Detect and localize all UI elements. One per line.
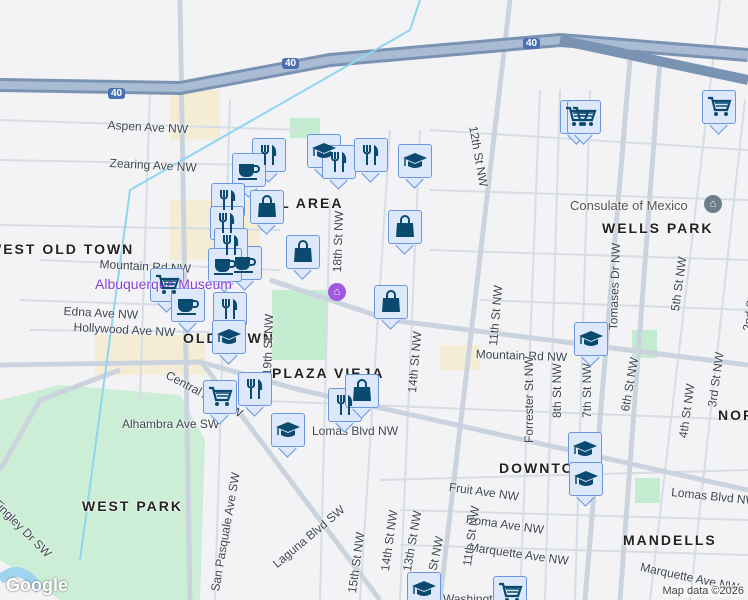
marker-box bbox=[171, 288, 205, 322]
place-marker-cart[interactable] bbox=[567, 100, 601, 145]
consulate-icon[interactable]: ⌂ bbox=[704, 195, 722, 213]
place-marker-fork[interactable] bbox=[322, 145, 356, 190]
marker-box bbox=[286, 235, 320, 269]
place-marker-bag[interactable] bbox=[374, 285, 408, 330]
place-marker-cart[interactable] bbox=[203, 380, 237, 425]
shopping-bag-icon bbox=[294, 240, 312, 262]
graduation-cap-icon bbox=[217, 329, 241, 344]
poi-consulate-of-mexico[interactable]: Consulate of Mexico bbox=[570, 198, 688, 213]
shopping-cart-icon bbox=[708, 96, 732, 116]
area-label: WEST PARK bbox=[82, 498, 183, 514]
marker-box bbox=[212, 320, 246, 354]
shopping-cart-icon bbox=[573, 106, 597, 126]
shopping-bag-icon bbox=[396, 215, 414, 237]
street-label: Forrester St NW bbox=[522, 356, 536, 443]
place-marker-cart[interactable] bbox=[702, 90, 736, 135]
area-label: WEST OLD TOWN bbox=[0, 241, 135, 257]
restaurant-icon bbox=[331, 152, 347, 172]
place-marker-fork[interactable] bbox=[354, 138, 388, 183]
marker-box bbox=[213, 292, 247, 326]
marker-box bbox=[702, 90, 736, 124]
shopping-cart-icon bbox=[209, 386, 233, 406]
google-logo: Google bbox=[6, 575, 68, 595]
marker-box bbox=[203, 380, 237, 414]
shopping-cart-icon bbox=[499, 582, 523, 600]
area-label: NORTH ADD bbox=[718, 407, 748, 423]
restaurant-icon bbox=[363, 145, 379, 165]
i40-shield: 40 bbox=[108, 88, 126, 99]
marker-box bbox=[568, 432, 602, 466]
area-label: MANDELLS bbox=[623, 532, 717, 548]
street-label: 19th St NW bbox=[260, 313, 277, 376]
marker-box bbox=[232, 153, 266, 187]
marker-box bbox=[345, 374, 379, 408]
marker-box bbox=[407, 572, 441, 600]
place-marker-bag[interactable] bbox=[250, 190, 284, 235]
restaurant-icon bbox=[222, 299, 238, 319]
marker-box bbox=[567, 100, 601, 134]
street-label: 7th St NW bbox=[580, 363, 594, 418]
graduation-cap-icon bbox=[403, 153, 427, 168]
area-label: WELLS PARK bbox=[602, 220, 714, 236]
i40-shield: 40 bbox=[282, 58, 300, 69]
place-marker-grad[interactable] bbox=[574, 322, 608, 367]
place-marker-grad[interactable] bbox=[212, 320, 246, 365]
restaurant-icon bbox=[247, 379, 263, 399]
graduation-cap-icon bbox=[579, 331, 603, 346]
place-marker-fork[interactable] bbox=[238, 372, 272, 417]
place-marker-cart[interactable] bbox=[493, 576, 527, 600]
marker-box bbox=[322, 145, 356, 179]
marker-box bbox=[354, 138, 388, 172]
coffee-cup-icon bbox=[238, 164, 260, 180]
place-marker-grad[interactable] bbox=[407, 572, 441, 600]
marker-box bbox=[250, 190, 284, 224]
graduation-cap-icon bbox=[412, 581, 436, 596]
marker-box bbox=[398, 144, 432, 178]
interstate-40 bbox=[0, 32, 748, 96]
coffee-cup-icon bbox=[177, 299, 199, 315]
place-marker-coffee[interactable] bbox=[171, 288, 205, 333]
map-attribution[interactable]: Map data ©2026 bbox=[662, 585, 744, 597]
graduation-cap-icon bbox=[276, 422, 300, 437]
marker-box bbox=[374, 285, 408, 319]
map-canvas[interactable]: 40 40 40 WEST OLD TOWN OLD TOWN PLAZA VIEJ… bbox=[0, 0, 748, 600]
marker-box bbox=[493, 576, 527, 600]
marker-box bbox=[271, 413, 305, 447]
marker-box bbox=[238, 372, 272, 406]
coffee-cup-icon bbox=[214, 259, 236, 275]
marker-box bbox=[208, 248, 242, 282]
shopping-bag-icon bbox=[382, 290, 400, 312]
marker-box bbox=[388, 210, 422, 244]
shopping-bag-icon bbox=[353, 379, 371, 401]
i40-shield: 40 bbox=[523, 38, 541, 49]
place-marker-grad[interactable] bbox=[569, 462, 603, 507]
place-marker-bag[interactable] bbox=[388, 210, 422, 255]
marker-box bbox=[569, 462, 603, 496]
place-marker-grad[interactable] bbox=[271, 413, 305, 458]
street-label: 8th St NW bbox=[550, 363, 564, 418]
marker-box bbox=[574, 322, 608, 356]
museum-icon[interactable]: ⌂ bbox=[328, 283, 346, 301]
graduation-cap-icon bbox=[574, 471, 598, 486]
place-marker-bag[interactable] bbox=[286, 235, 320, 280]
place-marker-grad[interactable] bbox=[398, 144, 432, 189]
shopping-bag-icon bbox=[258, 195, 276, 217]
street-label: 18th St NW bbox=[330, 210, 347, 273]
graduation-cap-icon bbox=[573, 441, 597, 456]
